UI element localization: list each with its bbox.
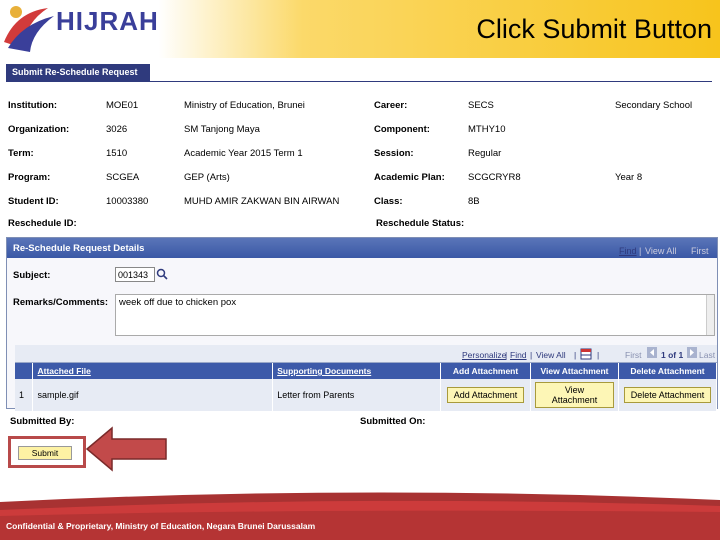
grid-personalize-link[interactable]: Personalize bbox=[462, 350, 506, 360]
academic-plan-code: SCGCRYR8 bbox=[468, 172, 521, 183]
remarks-label: Remarks/Comments: bbox=[13, 297, 109, 308]
subject-label: Subject: bbox=[13, 270, 51, 281]
career-label: Career: bbox=[374, 100, 408, 111]
footer-text: Confidential & Proprietary, Ministry of … bbox=[6, 521, 316, 531]
grid-first-link[interactable]: First bbox=[625, 350, 642, 360]
attached-file-header[interactable]: Attached File bbox=[32, 363, 274, 379]
term-label: Term: bbox=[8, 148, 34, 159]
organization-name: SM Tanjong Maya bbox=[184, 124, 260, 135]
download-grid-icon[interactable] bbox=[580, 348, 592, 362]
pointer-arrow-icon bbox=[86, 426, 167, 472]
logo-text: HIJRAH bbox=[56, 6, 159, 36]
footer-band bbox=[0, 492, 720, 540]
prev-arrow-icon[interactable] bbox=[647, 347, 657, 360]
section-divider: | bbox=[639, 246, 642, 256]
grid-range-text: 1 of 1 bbox=[661, 350, 684, 360]
submitted-on-label: Submitted On: bbox=[360, 416, 426, 427]
grid-find-link[interactable]: Find bbox=[510, 350, 527, 360]
institution-label: Institution: bbox=[8, 100, 58, 111]
program-name: GEP (Arts) bbox=[184, 172, 230, 183]
grid-view-all-link[interactable]: View All bbox=[536, 350, 566, 360]
attached-file-cell: sample.gif bbox=[32, 379, 274, 411]
grid-divider-2: | bbox=[530, 350, 533, 360]
grid-divider-3: | bbox=[574, 350, 577, 360]
table-header-row: Attached File Supporting Documents Add A… bbox=[15, 363, 717, 379]
career-name: Secondary School bbox=[615, 100, 693, 111]
grid-divider-4: | bbox=[597, 350, 600, 360]
view-attachment-button[interactable]: View Attachment bbox=[535, 382, 614, 408]
row-index: 1 bbox=[15, 379, 34, 411]
submitted-by-label: Submitted By: bbox=[10, 416, 75, 427]
view-attachment-cell: View Attachment bbox=[530, 379, 619, 411]
component-label: Component: bbox=[374, 124, 430, 135]
section-view-all-link[interactable]: View All bbox=[645, 246, 676, 256]
class-label: Class: bbox=[374, 196, 403, 207]
search-icon[interactable] bbox=[156, 268, 168, 280]
term-code: 1510 bbox=[106, 148, 128, 159]
slide-title: Click Submit Button bbox=[476, 14, 712, 44]
logo-emblem-icon bbox=[4, 6, 54, 52]
term-name: Academic Year 2015 Term 1 bbox=[184, 148, 303, 159]
index-header bbox=[15, 363, 34, 379]
page-tab[interactable]: Submit Re-Schedule Request bbox=[6, 64, 150, 81]
supporting-document-cell: Letter from Parents bbox=[272, 379, 442, 411]
session-value: Regular bbox=[468, 148, 502, 159]
reschedule-status-label: Reschedule Status: bbox=[376, 218, 465, 229]
delete-attachment-cell: Delete Attachment bbox=[618, 379, 717, 411]
institution-name: Ministry of Education, Brunei bbox=[184, 100, 305, 111]
add-attachment-header: Add Attachment bbox=[440, 363, 532, 379]
subject-input[interactable] bbox=[115, 267, 155, 282]
hijrah-logo: HIJRAH bbox=[2, 2, 162, 52]
academic-plan-label: Academic Plan: bbox=[374, 172, 445, 183]
attachments-grid: Personalize | Find | View All | | First … bbox=[15, 345, 717, 411]
attachments-table: Attached File Supporting Documents Add A… bbox=[15, 363, 717, 411]
remarks-scrollbar[interactable] bbox=[706, 295, 714, 335]
submit-highlight-box: Submit bbox=[8, 436, 86, 468]
session-label: Session: bbox=[374, 148, 414, 159]
organization-label: Organization: bbox=[8, 124, 70, 135]
submit-button[interactable]: Submit bbox=[18, 446, 72, 460]
supporting-documents-header[interactable]: Supporting Documents bbox=[272, 363, 442, 379]
section-first-link[interactable]: First bbox=[691, 246, 709, 256]
class-value: 8B bbox=[468, 196, 480, 207]
institution-code: MOE01 bbox=[106, 100, 139, 111]
section-header: Re-Schedule Request Details Find | View … bbox=[7, 238, 717, 258]
student-name: MUHD AMIR ZAKWAN BIN AIRWAN bbox=[184, 196, 340, 207]
table-row: 1 sample.gif Letter from Parents Add Att… bbox=[15, 379, 717, 411]
slide-header: HIJRAH Click Submit Button bbox=[0, 0, 720, 58]
reschedule-id-label: Reschedule ID: bbox=[8, 218, 77, 229]
tab-underline bbox=[6, 81, 712, 82]
student-id-value: 10003380 bbox=[106, 196, 149, 207]
add-attachment-button[interactable]: Add Attachment bbox=[446, 387, 525, 403]
program-label: Program: bbox=[8, 172, 51, 183]
section-title: Re-Schedule Request Details bbox=[13, 243, 145, 254]
add-attachment-cell: Add Attachment bbox=[440, 379, 532, 411]
next-arrow-icon[interactable] bbox=[687, 347, 697, 360]
reschedule-details-section: Re-Schedule Request Details Find | View … bbox=[6, 237, 718, 411]
view-attachment-header: View Attachment bbox=[530, 363, 619, 379]
component-value: MTHY10 bbox=[468, 124, 506, 135]
remarks-text: week off due to chicken pox bbox=[119, 297, 237, 308]
program-code: SCGEA bbox=[106, 172, 140, 183]
grid-last-link[interactable]: Last bbox=[699, 350, 715, 360]
delete-attachment-header: Delete Attachment bbox=[618, 363, 717, 379]
section-find-link[interactable]: Find bbox=[619, 246, 637, 256]
delete-attachment-button[interactable]: Delete Attachment bbox=[623, 387, 712, 403]
remarks-textarea[interactable]: week off due to chicken pox bbox=[115, 294, 715, 336]
academic-plan-name: Year 8 bbox=[615, 172, 643, 183]
organization-code: 3026 bbox=[106, 124, 128, 135]
grid-navigation-bar: Personalize | Find | View All | | First … bbox=[15, 345, 717, 363]
grid-divider: | bbox=[505, 350, 508, 360]
career-code: SECS bbox=[468, 100, 494, 111]
student-id-label: Student ID: bbox=[8, 196, 59, 207]
